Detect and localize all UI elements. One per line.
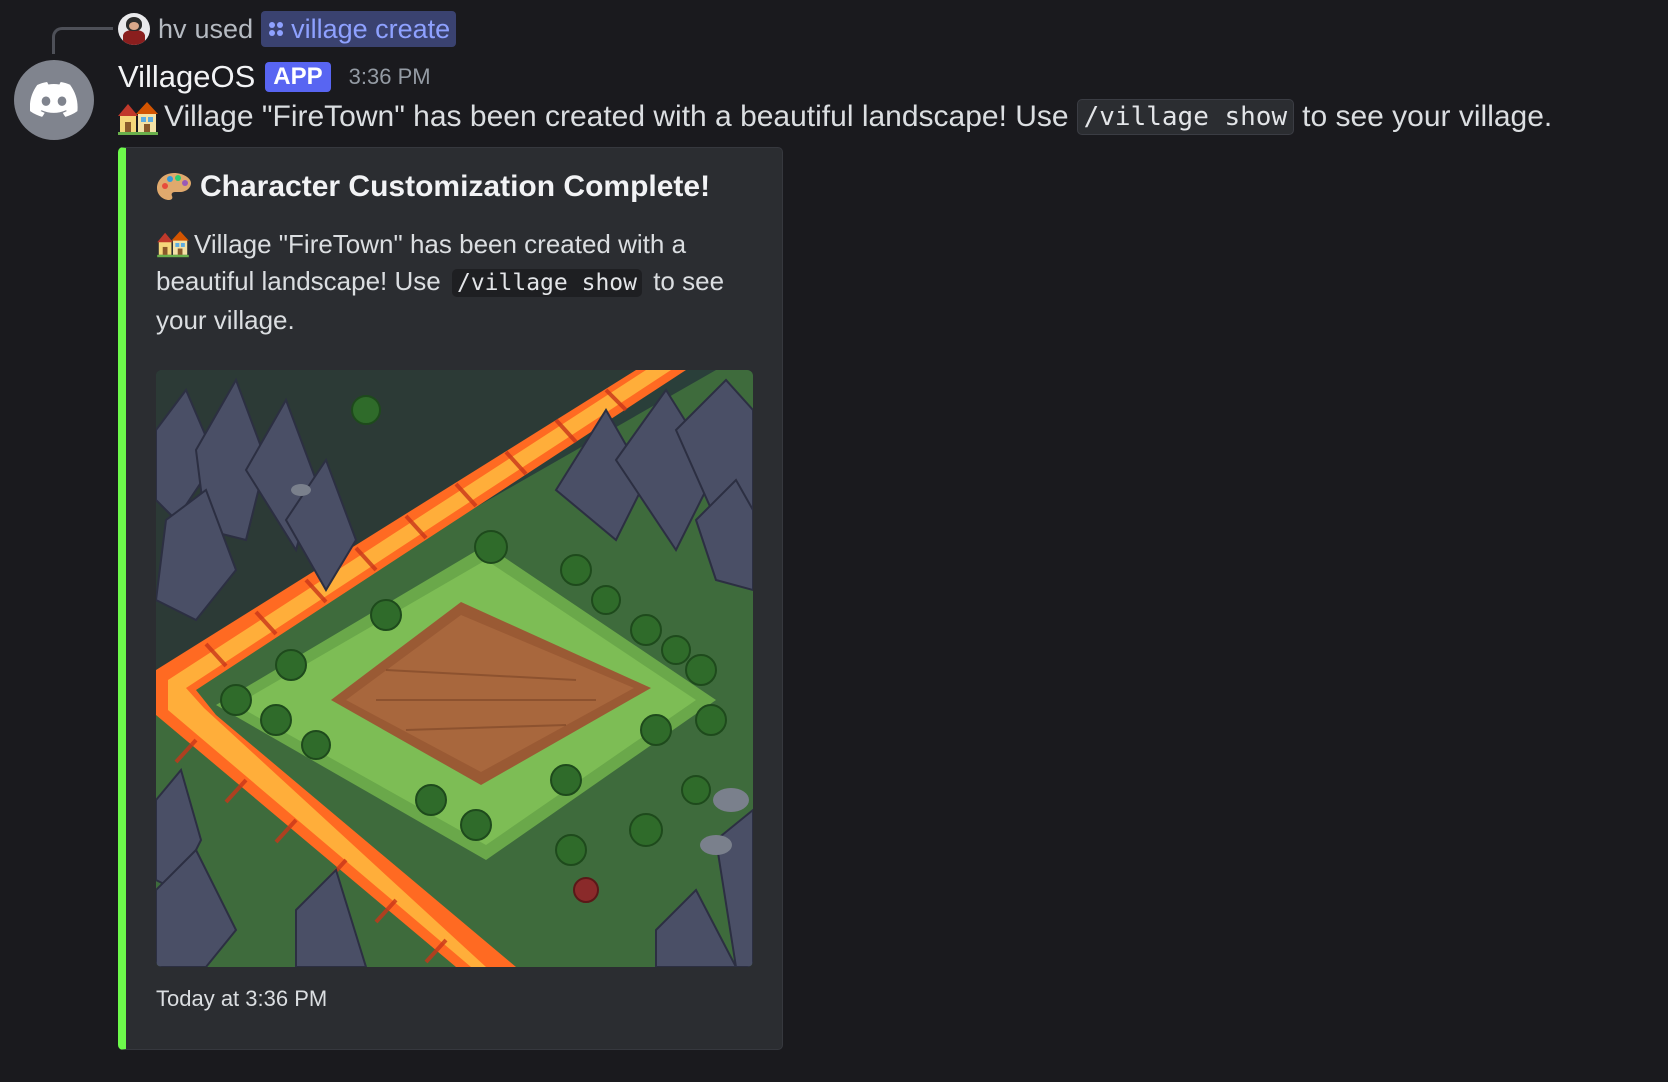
reply-connector xyxy=(52,27,113,54)
palette-icon xyxy=(157,173,191,200)
embed-title-text: Character Customization Complete! xyxy=(200,170,711,203)
reply-username[interactable]: hv xyxy=(158,14,187,45)
message-content: Village "FireTown" has been created with… xyxy=(118,98,1552,136)
inline-code: /village show xyxy=(1076,99,1295,135)
author-name[interactable]: VillageOS xyxy=(118,59,255,95)
houses-icon xyxy=(118,102,158,135)
embed-title: Character Customization Complete! xyxy=(156,170,710,204)
embed-footer: Today at 3:36 PM xyxy=(156,986,328,1011)
bot-avatar[interactable] xyxy=(14,60,94,140)
chat-message: hv used village create VillageOS APP 3:3… xyxy=(0,0,1668,1082)
message-header: VillageOS APP 3:36 PM xyxy=(118,55,431,99)
message-text-before: Village "FireTown" has been created with… xyxy=(164,100,1069,133)
village-landscape-illustration xyxy=(156,370,753,967)
command-mention[interactable]: village create xyxy=(261,11,457,47)
command-name: village create xyxy=(291,13,451,44)
embed-inline-code: /village show xyxy=(451,269,642,297)
reply-action: used xyxy=(194,13,254,44)
discord-logo-icon xyxy=(30,82,78,117)
reply-context[interactable]: hv used village create xyxy=(118,9,457,49)
message-text-after: to see your village. xyxy=(1302,100,1553,133)
houses-icon xyxy=(157,231,189,258)
message-timestamp[interactable]: 3:36 PM xyxy=(349,64,431,90)
embed-card: Character Customization Complete! Villag… xyxy=(118,147,783,1050)
embed-description: Village "FireTown" has been created with… xyxy=(156,226,746,339)
app-badge: APP xyxy=(265,62,331,92)
user-avatar[interactable] xyxy=(118,13,150,45)
app-command-icon xyxy=(269,22,284,36)
village-map-image[interactable] xyxy=(156,370,753,967)
